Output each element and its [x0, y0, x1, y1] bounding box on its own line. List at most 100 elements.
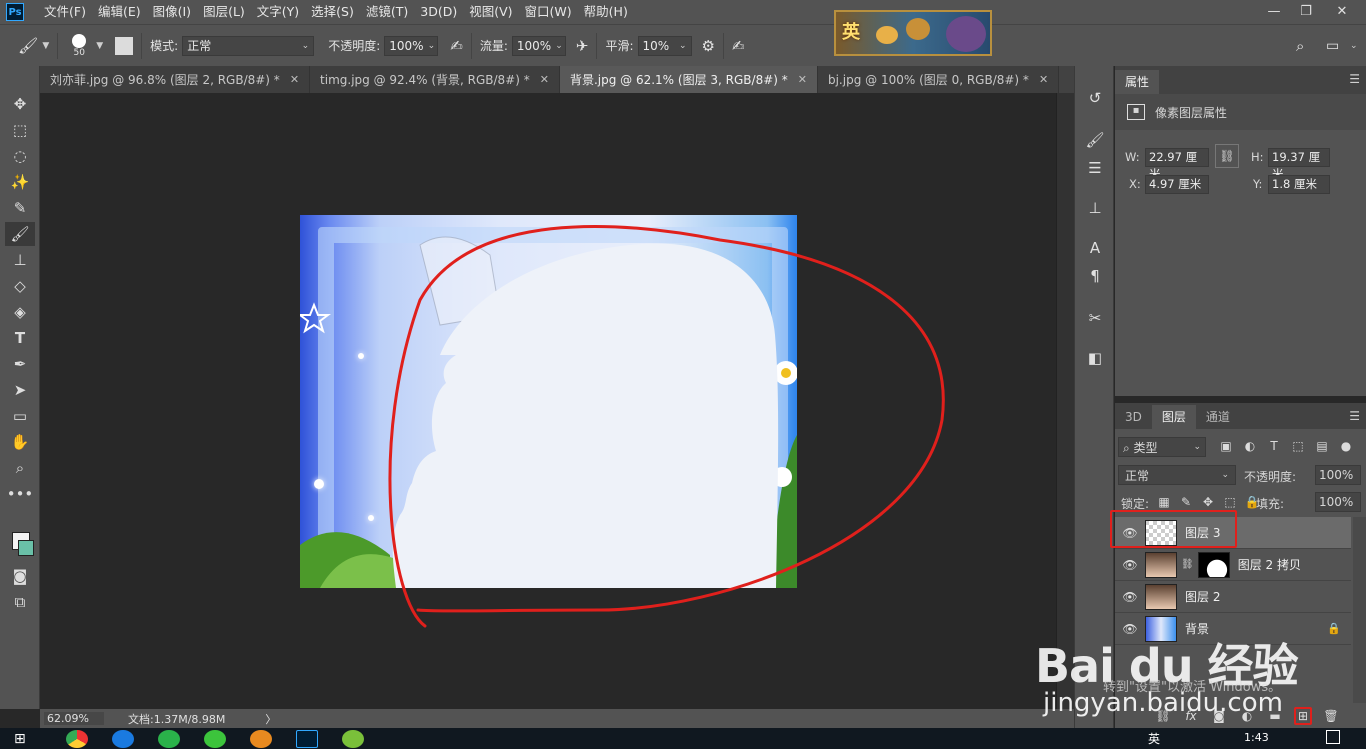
clone-source-icon[interactable]: ⊥	[1085, 198, 1105, 218]
eye-icon[interactable]: 👁	[1115, 622, 1145, 636]
tab-document-3[interactable]: 背景.jpg @ 62.1% (图层 3, RGB/8#) * ✕	[559, 66, 818, 93]
brush-panel-icon[interactable]: 🖌	[1085, 130, 1105, 150]
pen-tool-icon[interactable]: ✒	[5, 352, 35, 376]
menu-layer[interactable]: 图层(L)	[197, 0, 251, 24]
app-icon[interactable]	[249, 729, 272, 748]
menu-type[interactable]: 文字(Y)	[251, 0, 305, 24]
stamp-tool-icon[interactable]: ⊥	[5, 248, 35, 272]
background-color-swatch[interactable]	[18, 540, 34, 556]
navigator-icon[interactable]: ◧	[1085, 348, 1105, 368]
layers-scrollbar[interactable]	[1353, 517, 1366, 703]
adjustment-filter-icon[interactable]: ◐	[1241, 437, 1259, 455]
paragraph-icon[interactable]: ¶	[1085, 266, 1105, 286]
lock-artboard-icon[interactable]: ⬚	[1221, 493, 1239, 511]
brush-tool-icon[interactable]: 🖌	[5, 222, 35, 246]
eye-icon[interactable]: 👁	[1115, 526, 1145, 540]
history-icon[interactable]: ↺	[1085, 88, 1105, 108]
link-layers-icon[interactable]: ⛓	[1154, 707, 1172, 725]
tab-document-2[interactable]: timg.jpg @ 92.4% (背景, RGB/8#) * ✕	[310, 66, 560, 93]
magic-wand-tool-icon[interactable]: ✨	[5, 170, 35, 194]
workspace-chevron-icon[interactable]: ⌄	[1350, 41, 1358, 51]
windows-start-icon[interactable]: ⊞	[14, 731, 26, 747]
new-layer-icon[interactable]: ⊞	[1294, 706, 1312, 725]
rectangle-tool-icon[interactable]: ▭	[5, 404, 35, 428]
input-language-indicator[interactable]: 英	[1148, 730, 1160, 747]
layer-row-layer2[interactable]: 👁 图层 2	[1115, 581, 1351, 613]
notifications-icon[interactable]	[1326, 730, 1340, 744]
close-button[interactable]: ✕	[1326, 0, 1358, 22]
tab-document-4[interactable]: bj.jpg @ 100% (图层 0, RGB/8#) * ✕	[817, 66, 1060, 93]
clock[interactable]: 1:43	[1244, 731, 1269, 744]
wechat-icon[interactable]	[203, 729, 226, 748]
layer-row-layer2-copy[interactable]: 👁 ⛓ 图层 2 拷贝	[1115, 549, 1351, 581]
mode-select[interactable]: 正常 ⌄	[182, 35, 315, 56]
menu-image[interactable]: 图像(I)	[147, 0, 197, 24]
path-select-tool-icon[interactable]: ➤	[5, 378, 35, 402]
flow-input[interactable]: 100% ⌄	[511, 35, 566, 56]
adjustment-layer-icon[interactable]: ◐	[1238, 707, 1256, 725]
type-filter-icon[interactable]: T	[1265, 437, 1283, 455]
layer-row-layer3[interactable]: 👁 图层 3	[1115, 517, 1351, 549]
height-field[interactable]: 19.37 厘米	[1268, 148, 1330, 181]
character-icon[interactable]: A	[1085, 238, 1105, 258]
brush-panel-icon[interactable]	[115, 36, 134, 55]
link-icon[interactable]: ⛓	[1215, 144, 1239, 168]
menu-filter[interactable]: 滤镜(T)	[360, 0, 414, 24]
more-tools-icon[interactable]: •••	[5, 482, 35, 506]
menu-file[interactable]: 文件(F)	[38, 0, 92, 24]
menu-select[interactable]: 选择(S)	[305, 0, 360, 24]
move-tool-icon[interactable]: ✥	[5, 92, 35, 116]
width-field[interactable]: 22.97 厘米	[1145, 148, 1209, 181]
media-player-icon[interactable]	[157, 729, 180, 748]
screen-mode-icon[interactable]: ⧉	[5, 590, 35, 614]
airbrush-icon[interactable]: ✈	[576, 37, 589, 55]
shape-filter-icon[interactable]: ⬚	[1289, 437, 1307, 455]
brush-chevron-icon[interactable]: ▼	[96, 41, 103, 51]
paint-bucket-tool-icon[interactable]: ◈	[5, 300, 35, 324]
y-field[interactable]: 1.8 厘米	[1268, 175, 1330, 194]
layer-filter-select[interactable]: ⌕ 类型 ⌄	[1118, 437, 1206, 457]
eye-icon[interactable]: 👁	[1115, 558, 1145, 572]
lasso-tool-icon[interactable]: ◌	[5, 144, 35, 168]
eraser-tool-icon[interactable]: ◇	[5, 274, 35, 298]
pressure-opacity-icon[interactable]: ✍	[450, 37, 463, 55]
minimize-button[interactable]: —	[1258, 0, 1290, 22]
close-icon[interactable]: ✕	[798, 73, 807, 86]
layer-row-background[interactable]: 👁 背景 🔒	[1115, 613, 1351, 645]
menu-window[interactable]: 窗口(W)	[519, 0, 578, 24]
lock-position-icon[interactable]: ✥	[1199, 493, 1217, 511]
restore-button[interactable]: ❐	[1290, 0, 1322, 22]
opacity-input[interactable]: 100% ⌄	[384, 35, 439, 56]
tab-document-1[interactable]: 刘亦菲.jpg @ 96.8% (图层 2, RGB/8#) * ✕	[40, 66, 311, 93]
close-icon[interactable]: ✕	[540, 73, 549, 86]
layer-mask-thumbnail[interactable]	[1197, 551, 1230, 578]
brush-tool-icon[interactable]: 🖌	[18, 36, 38, 55]
close-icon[interactable]: ✕	[290, 73, 299, 86]
smooth-input[interactable]: 10% ⌄	[637, 35, 692, 56]
layer-opacity-field[interactable]: 100%	[1315, 465, 1361, 485]
eyedropper-tool-icon[interactable]: ✎	[5, 196, 35, 220]
eye-icon[interactable]: 👁	[1115, 590, 1145, 604]
x-field[interactable]: 4.97 厘米	[1145, 175, 1209, 194]
image-filter-icon[interactable]: ▣	[1217, 437, 1235, 455]
zoom-level[interactable]: 62.09%	[44, 712, 104, 725]
quick-mask-icon[interactable]: ◙	[5, 564, 35, 588]
group-icon[interactable]: ▬	[1266, 707, 1284, 725]
blend-mode-select[interactable]: 正常 ⌄	[1118, 465, 1236, 485]
tab-3d[interactable]: 3D	[1115, 405, 1152, 429]
pressure-size-icon[interactable]: ✍	[732, 37, 745, 55]
marquee-tool-icon[interactable]: ⬚	[5, 118, 35, 142]
hand-tool-icon[interactable]: ✋	[5, 430, 35, 454]
menu-3d[interactable]: 3D(D)	[414, 0, 463, 24]
gear-icon[interactable]: ⚙	[702, 37, 715, 55]
tab-layers[interactable]: 图层	[1151, 405, 1196, 429]
search-icon[interactable]: ⌕	[1296, 37, 1304, 55]
vertical-scrollbar[interactable]	[1056, 93, 1074, 709]
app-icon[interactable]	[341, 729, 364, 748]
trash-icon[interactable]: 🗑	[1322, 707, 1340, 725]
menu-edit[interactable]: 编辑(E)	[92, 0, 147, 24]
fill-field[interactable]: 100%	[1315, 492, 1361, 512]
photoshop-taskbar-icon[interactable]	[295, 729, 318, 748]
menu-view[interactable]: 视图(V)	[463, 0, 518, 24]
menu-help[interactable]: 帮助(H)	[578, 0, 634, 24]
